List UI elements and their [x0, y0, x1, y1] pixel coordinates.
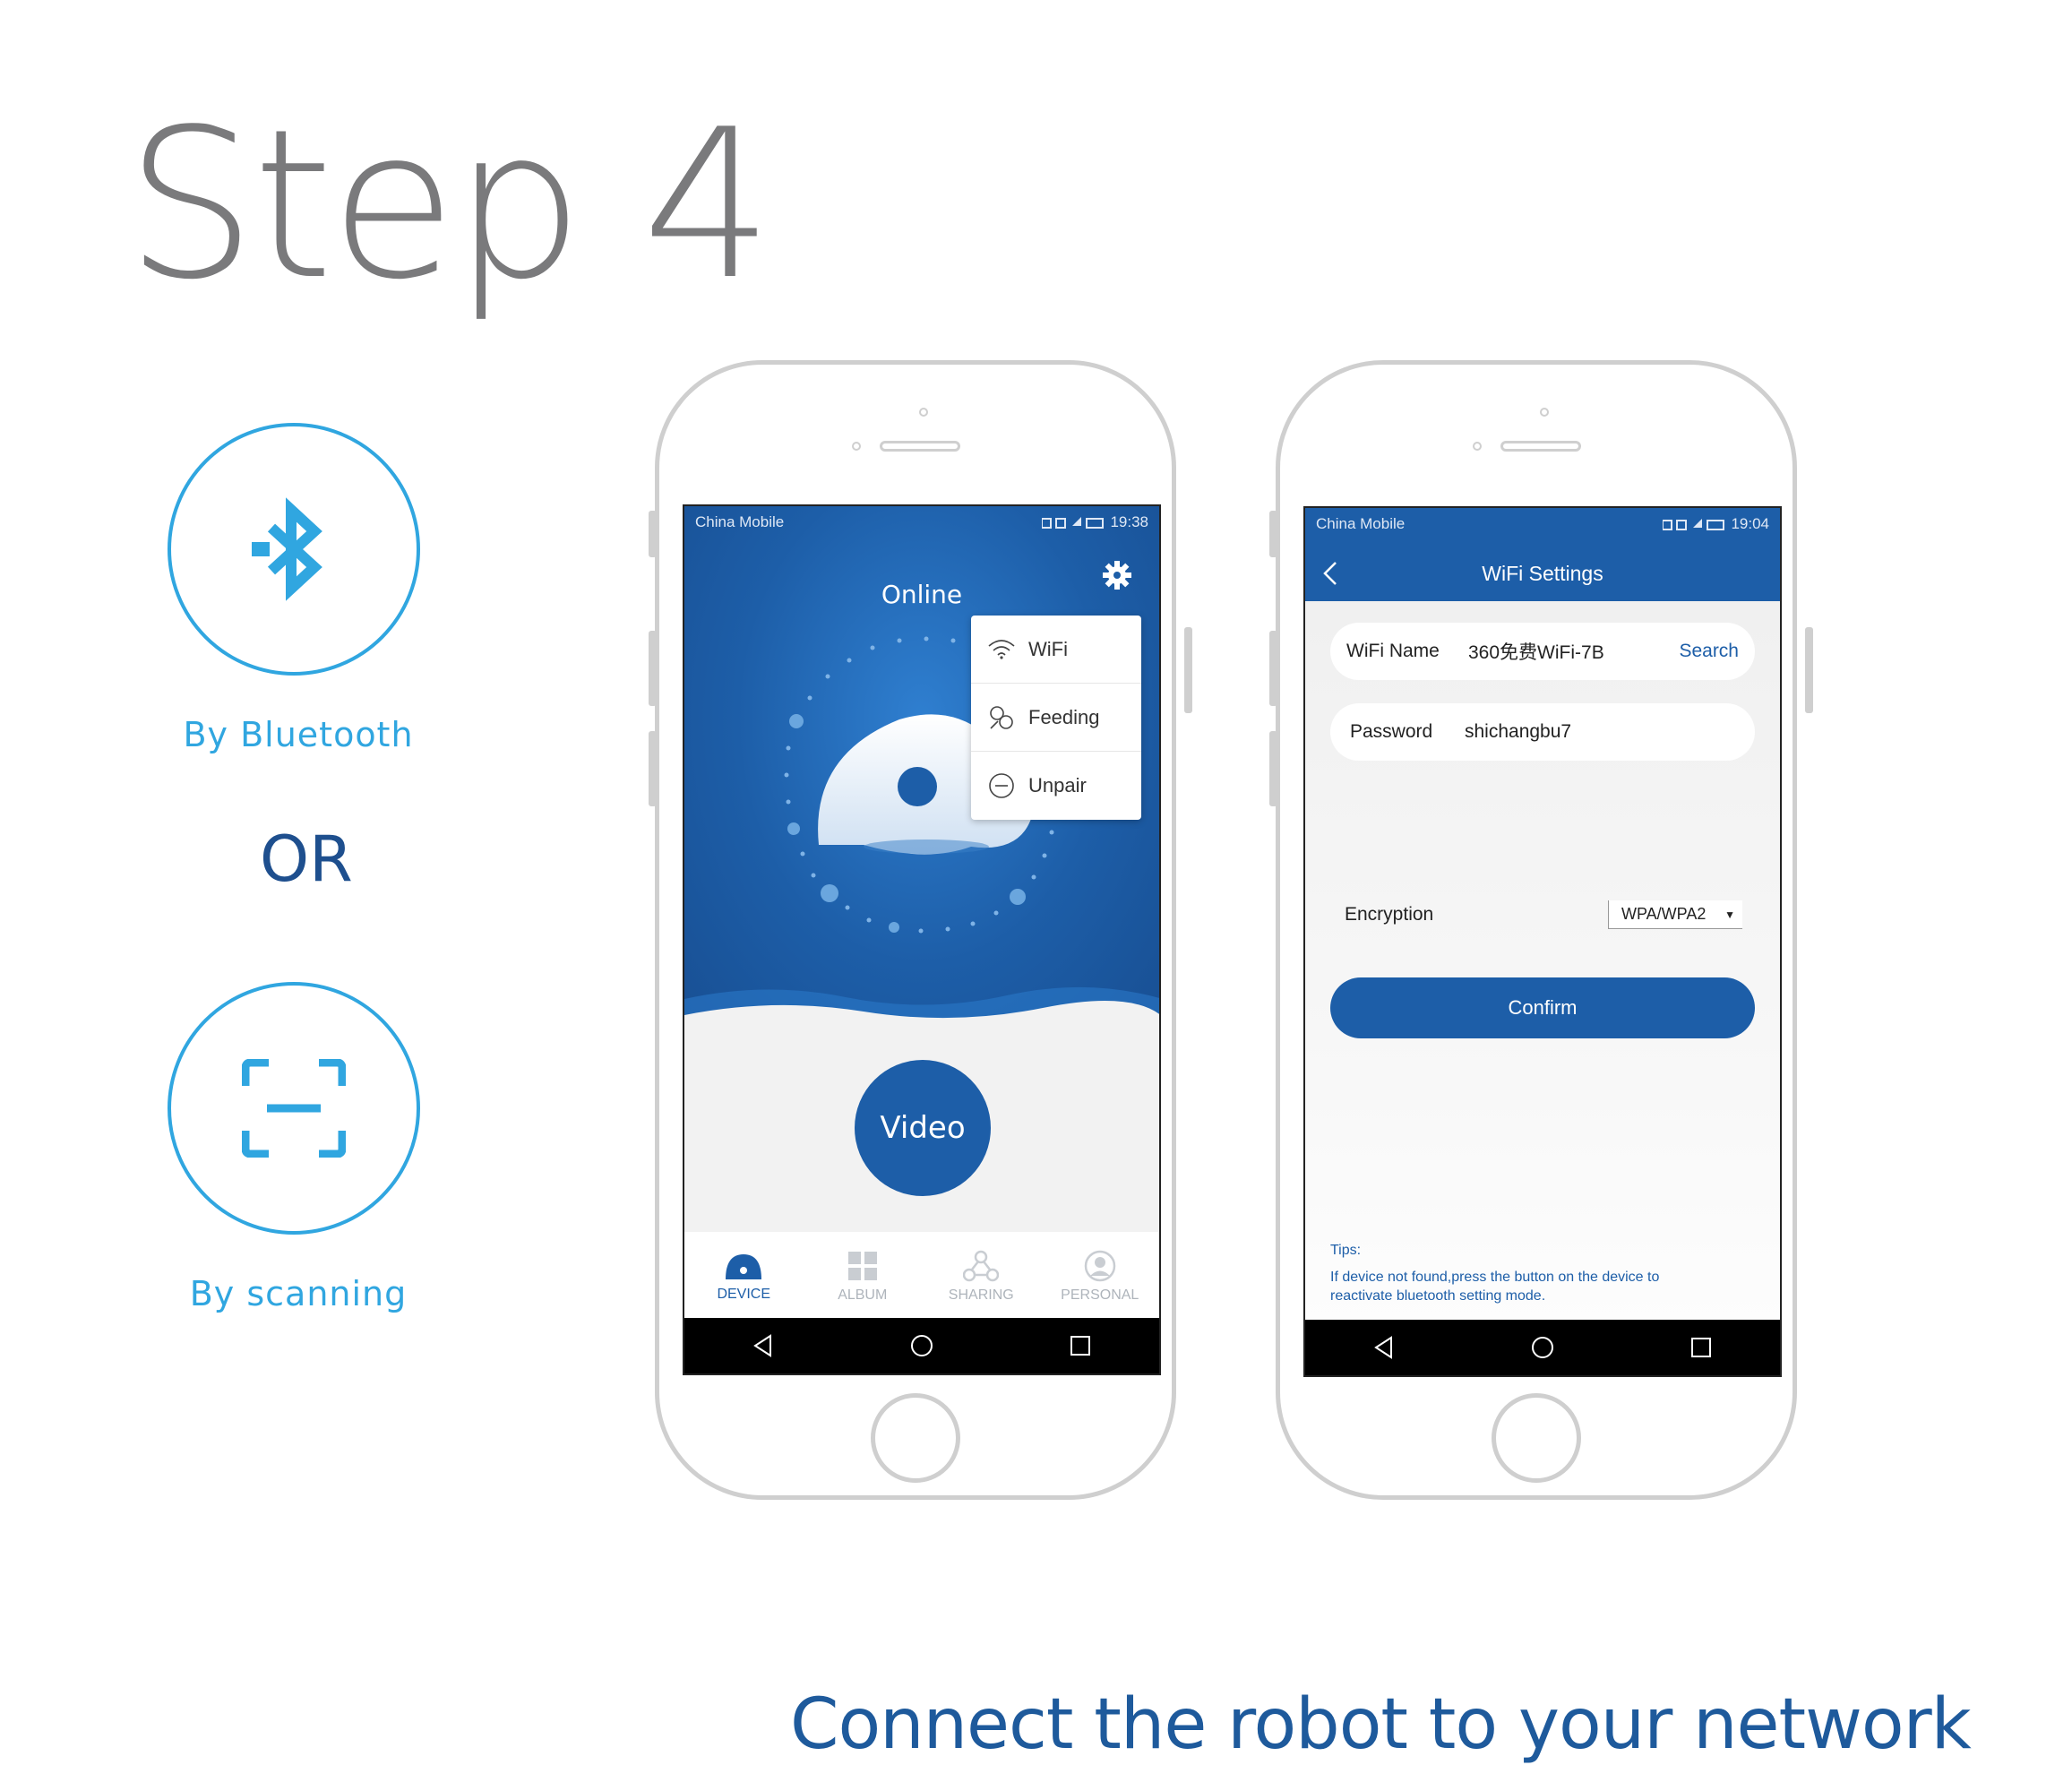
- wifi-name-value[interactable]: 360免费WiFi-7B: [1468, 638, 1679, 665]
- status-time: 19:38: [1110, 513, 1148, 530]
- recents-nav-icon[interactable]: [1070, 1335, 1091, 1356]
- wifi-settings-header: China Mobile 19:04 WiFi Settings: [1305, 508, 1780, 601]
- online-status: Online: [881, 580, 963, 609]
- bluetooth-option-label: By Bluetooth: [183, 715, 414, 754]
- signal-icon: [1042, 517, 1105, 529]
- recents-nav-icon[interactable]: [1690, 1337, 1712, 1358]
- password-input[interactable]: shichangbu7: [1465, 721, 1755, 743]
- search-button[interactable]: Search: [1679, 641, 1739, 662]
- wifi-settings-body: WiFi Name 360免费WiFi-7B Search Password s…: [1305, 601, 1780, 1325]
- tab-label: ALBUM: [838, 1287, 888, 1303]
- back-nav-icon[interactable]: [1373, 1336, 1395, 1359]
- page-title: WiFi Settings: [1482, 562, 1603, 585]
- device-popup-menu: WiFi Feeding Unpair: [971, 616, 1141, 820]
- android-nav-bar: [1305, 1320, 1780, 1375]
- bluetooth-icon: [252, 497, 322, 601]
- phone1-speaker: [880, 441, 960, 452]
- dropdown-arrow-icon: ▼: [1724, 908, 1735, 921]
- signal-icon: [1663, 519, 1725, 530]
- personal-icon: [1084, 1250, 1115, 1282]
- wifi-name-label: WiFi Name: [1346, 641, 1440, 661]
- phone1-front-camera: [919, 408, 928, 417]
- phone2-home-button[interactable]: [1492, 1393, 1581, 1483]
- phone1-power-button: [1184, 627, 1192, 713]
- wifi-name-field[interactable]: WiFi Name 360免费WiFi-7B Search: [1330, 623, 1755, 680]
- phone2-sensor: [1473, 442, 1482, 451]
- scan-option[interactable]: [168, 982, 420, 1235]
- tab-label: PERSONAL: [1061, 1287, 1139, 1303]
- phone1-frame: China Mobile 19:38 Online WiFi Feeding U…: [655, 360, 1176, 1500]
- status-bar: China Mobile 19:04: [1305, 508, 1780, 540]
- carrier-label: China Mobile: [695, 513, 785, 530]
- tips-line-2: reactivate bluetooth setting mode.: [1330, 1288, 1546, 1304]
- device-icon: [726, 1254, 762, 1279]
- menu-item-label: Unpair: [1028, 774, 1087, 796]
- step-title: Step 4: [125, 86, 773, 325]
- tab-label: DEVICE: [717, 1287, 771, 1302]
- wifi-icon: [988, 639, 1015, 659]
- or-label: OR: [260, 822, 353, 896]
- tips-title: Tips:: [1330, 1243, 1362, 1258]
- menu-item-unpair[interactable]: Unpair: [971, 752, 1141, 820]
- wave-divider: [684, 986, 1159, 1035]
- menu-item-wifi[interactable]: WiFi: [971, 616, 1141, 684]
- bottom-tab-bar: DEVICE ALBUM SHARING PERSONAL: [684, 1232, 1159, 1322]
- page-caption: Connect the robot to your network: [790, 1684, 1972, 1765]
- password-label: Password: [1350, 721, 1433, 742]
- status-time: 19:04: [1731, 515, 1769, 532]
- tips-line-1: If device not found,press the button on …: [1330, 1270, 1660, 1285]
- tab-label: SHARING: [948, 1287, 1014, 1303]
- tab-album[interactable]: ALBUM: [804, 1232, 923, 1322]
- encryption-value: WPA/WPA2: [1621, 905, 1707, 923]
- phone2-speaker: [1500, 441, 1581, 452]
- tab-device[interactable]: DEVICE: [684, 1232, 804, 1322]
- carrier-label: China Mobile: [1316, 515, 1406, 532]
- scan-option-label: By scanning: [189, 1274, 408, 1313]
- album-icon: [847, 1252, 877, 1280]
- back-nav-icon[interactable]: [752, 1334, 774, 1357]
- gear-icon[interactable]: [1102, 560, 1132, 590]
- menu-item-label: Feeding: [1028, 705, 1100, 728]
- bluetooth-option[interactable]: [168, 423, 420, 676]
- menu-item-label: WiFi: [1028, 637, 1068, 660]
- status-bar: China Mobile 19:38: [684, 506, 1159, 538]
- menu-item-feeding[interactable]: Feeding: [971, 684, 1141, 752]
- phone2-screen: China Mobile 19:04 WiFi Settings WiFi Na…: [1303, 506, 1782, 1377]
- android-nav-bar: [684, 1318, 1159, 1373]
- confirm-button[interactable]: Confirm: [1330, 977, 1755, 1038]
- tab-personal[interactable]: PERSONAL: [1041, 1232, 1160, 1322]
- tab-sharing[interactable]: SHARING: [922, 1232, 1041, 1322]
- phone1-screen: China Mobile 19:38 Online WiFi Feeding U…: [683, 504, 1161, 1375]
- encryption-select[interactable]: WPA/WPA2 ▼: [1608, 900, 1742, 929]
- video-button[interactable]: Video: [855, 1060, 991, 1196]
- scan-icon: [242, 1059, 346, 1158]
- home-nav-icon[interactable]: [910, 1334, 933, 1357]
- phone1-home-button[interactable]: [871, 1393, 960, 1483]
- phone2-frame: China Mobile 19:04 WiFi Settings WiFi Na…: [1276, 360, 1797, 1500]
- unpair-icon: [989, 773, 1014, 798]
- encryption-label: Encryption: [1345, 904, 1434, 925]
- password-field[interactable]: Password shichangbu7: [1330, 703, 1755, 761]
- home-nav-icon[interactable]: [1531, 1336, 1554, 1359]
- phone2-power-button: [1805, 627, 1813, 713]
- feeding-icon: [990, 705, 1013, 729]
- sharing-icon: [963, 1250, 1000, 1282]
- phone1-sensor: [852, 442, 861, 451]
- phone2-front-camera: [1540, 408, 1549, 417]
